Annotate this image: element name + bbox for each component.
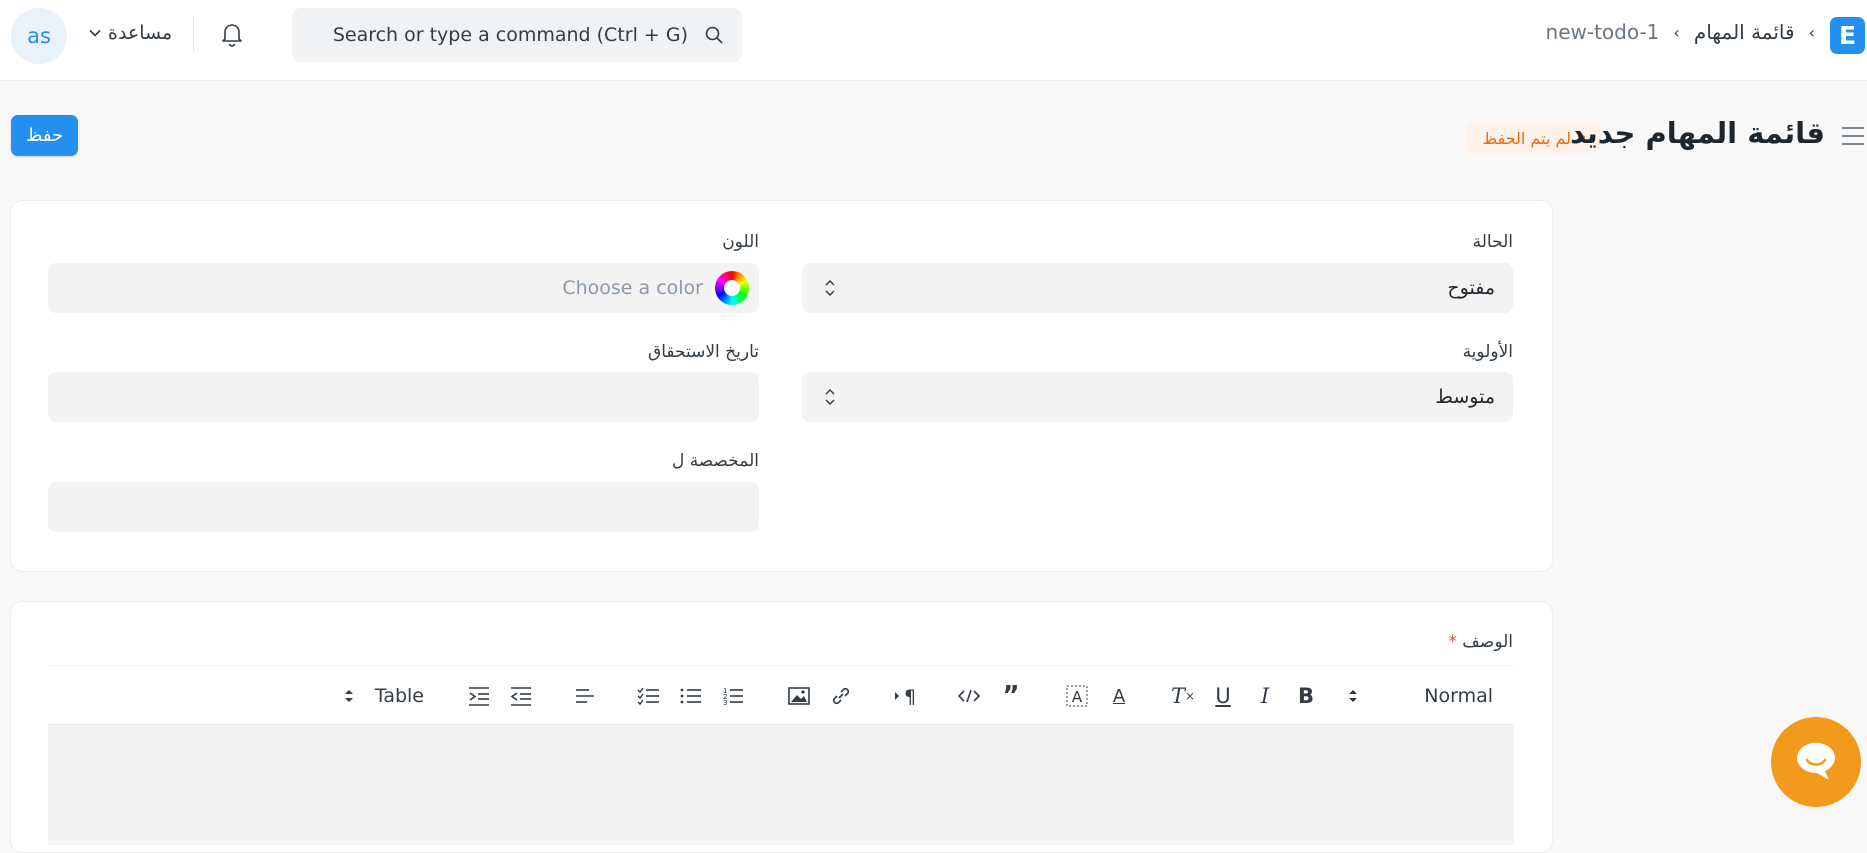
- color-wheel-icon[interactable]: [715, 271, 749, 305]
- paragraph-direction-icon[interactable]: ¶: [892, 681, 920, 711]
- sidebar-toggle-icon[interactable]: [1841, 125, 1865, 147]
- color-label: اللون: [722, 232, 759, 252]
- breadcrumb-chevron-icon: ›: [1673, 22, 1680, 42]
- text-style-value: Normal: [1424, 685, 1493, 707]
- code-icon[interactable]: [956, 681, 982, 711]
- select-arrows-icon: [825, 389, 835, 405]
- chevron-down-icon: [89, 29, 101, 37]
- breadcrumb-parent[interactable]: قائمة المهام: [1694, 20, 1795, 44]
- status-label: الحالة: [1472, 232, 1513, 252]
- select-arrows-icon: [345, 690, 353, 702]
- description-label-text: الوصف: [1462, 632, 1513, 652]
- search-input[interactable]: Search or type a command (Ctrl + G): [333, 24, 688, 46]
- bullet-list-icon[interactable]: [678, 681, 704, 711]
- due-date-input[interactable]: [48, 372, 759, 422]
- assigned-to-input[interactable]: [48, 482, 759, 532]
- breadcrumb-chevron-icon: ›: [1808, 22, 1815, 42]
- description-label: الوصف *: [1448, 632, 1513, 652]
- highlight-icon[interactable]: A: [1064, 681, 1090, 711]
- text-color-icon[interactable]: A: [1106, 681, 1132, 711]
- page-title: قائمة المهام جديد: [1570, 116, 1825, 150]
- checklist-icon[interactable]: [636, 681, 662, 711]
- svg-text:A: A: [1072, 688, 1083, 706]
- bold-icon[interactable]: B: [1293, 681, 1319, 711]
- chat-bubble-icon: [1796, 742, 1835, 780]
- quote-icon[interactable]: ”: [998, 681, 1024, 711]
- clear-format-icon[interactable]: T ×: [1168, 681, 1198, 711]
- breadcrumb: › قائمة المهام › new-todo-1: [1546, 20, 1815, 44]
- status-value: مفتوح: [1447, 277, 1495, 299]
- navbar: as مساعدة Search or type a command (Ctrl…: [0, 0, 1867, 81]
- priority-label: الأولوية: [1462, 342, 1513, 362]
- text-style-select[interactable]: Normal: [1348, 681, 1493, 711]
- underline-icon[interactable]: U: [1210, 681, 1236, 711]
- required-mark: *: [1448, 632, 1457, 652]
- svg-text:3: 3: [723, 699, 727, 707]
- indent-icon[interactable]: [466, 681, 492, 711]
- bell-icon[interactable]: [217, 19, 247, 49]
- table-select[interactable]: Table: [344, 681, 424, 711]
- color-field[interactable]: Choose a color: [48, 263, 759, 313]
- search-icon: [705, 26, 723, 44]
- app-logo[interactable]: E: [1830, 17, 1865, 54]
- due-date-label: تاريخ الاستحقاق: [648, 342, 759, 362]
- link-icon[interactable]: [828, 681, 854, 711]
- editor-toolbar: Normal B I U T × A A ” ¶ 123 Table: [48, 665, 1514, 725]
- ordered-list-icon[interactable]: 123: [720, 681, 746, 711]
- status-badge-label: لم يتم الحفظ: [1482, 128, 1571, 148]
- italic-icon[interactable]: I: [1252, 681, 1278, 711]
- priority-select[interactable]: متوسط: [802, 372, 1513, 422]
- save-button[interactable]: حفظ: [11, 115, 78, 156]
- description-editor[interactable]: [48, 725, 1514, 845]
- assigned-to-label: المخصصة ل: [671, 451, 759, 471]
- table-label: Table: [374, 685, 424, 707]
- help-dropdown[interactable]: مساعدة: [88, 22, 172, 44]
- color-placeholder: Choose a color: [562, 277, 703, 299]
- navbar-divider: [193, 16, 194, 52]
- align-icon[interactable]: [572, 681, 598, 711]
- select-arrows-icon: [1349, 690, 1357, 702]
- status-select[interactable]: مفتوح: [802, 263, 1513, 313]
- breadcrumb-current: new-todo-1: [1545, 20, 1660, 44]
- outdent-icon[interactable]: [508, 681, 534, 711]
- help-label: مساعدة: [108, 22, 173, 44]
- svg-text:¶: ¶: [904, 686, 916, 707]
- chat-launcher-button[interactable]: [1771, 717, 1861, 807]
- select-arrows-icon: [825, 280, 835, 296]
- avatar[interactable]: as: [11, 8, 67, 64]
- image-icon[interactable]: [786, 681, 812, 711]
- search-bar[interactable]: Search or type a command (Ctrl + G): [292, 8, 742, 62]
- priority-value: متوسط: [1435, 386, 1495, 408]
